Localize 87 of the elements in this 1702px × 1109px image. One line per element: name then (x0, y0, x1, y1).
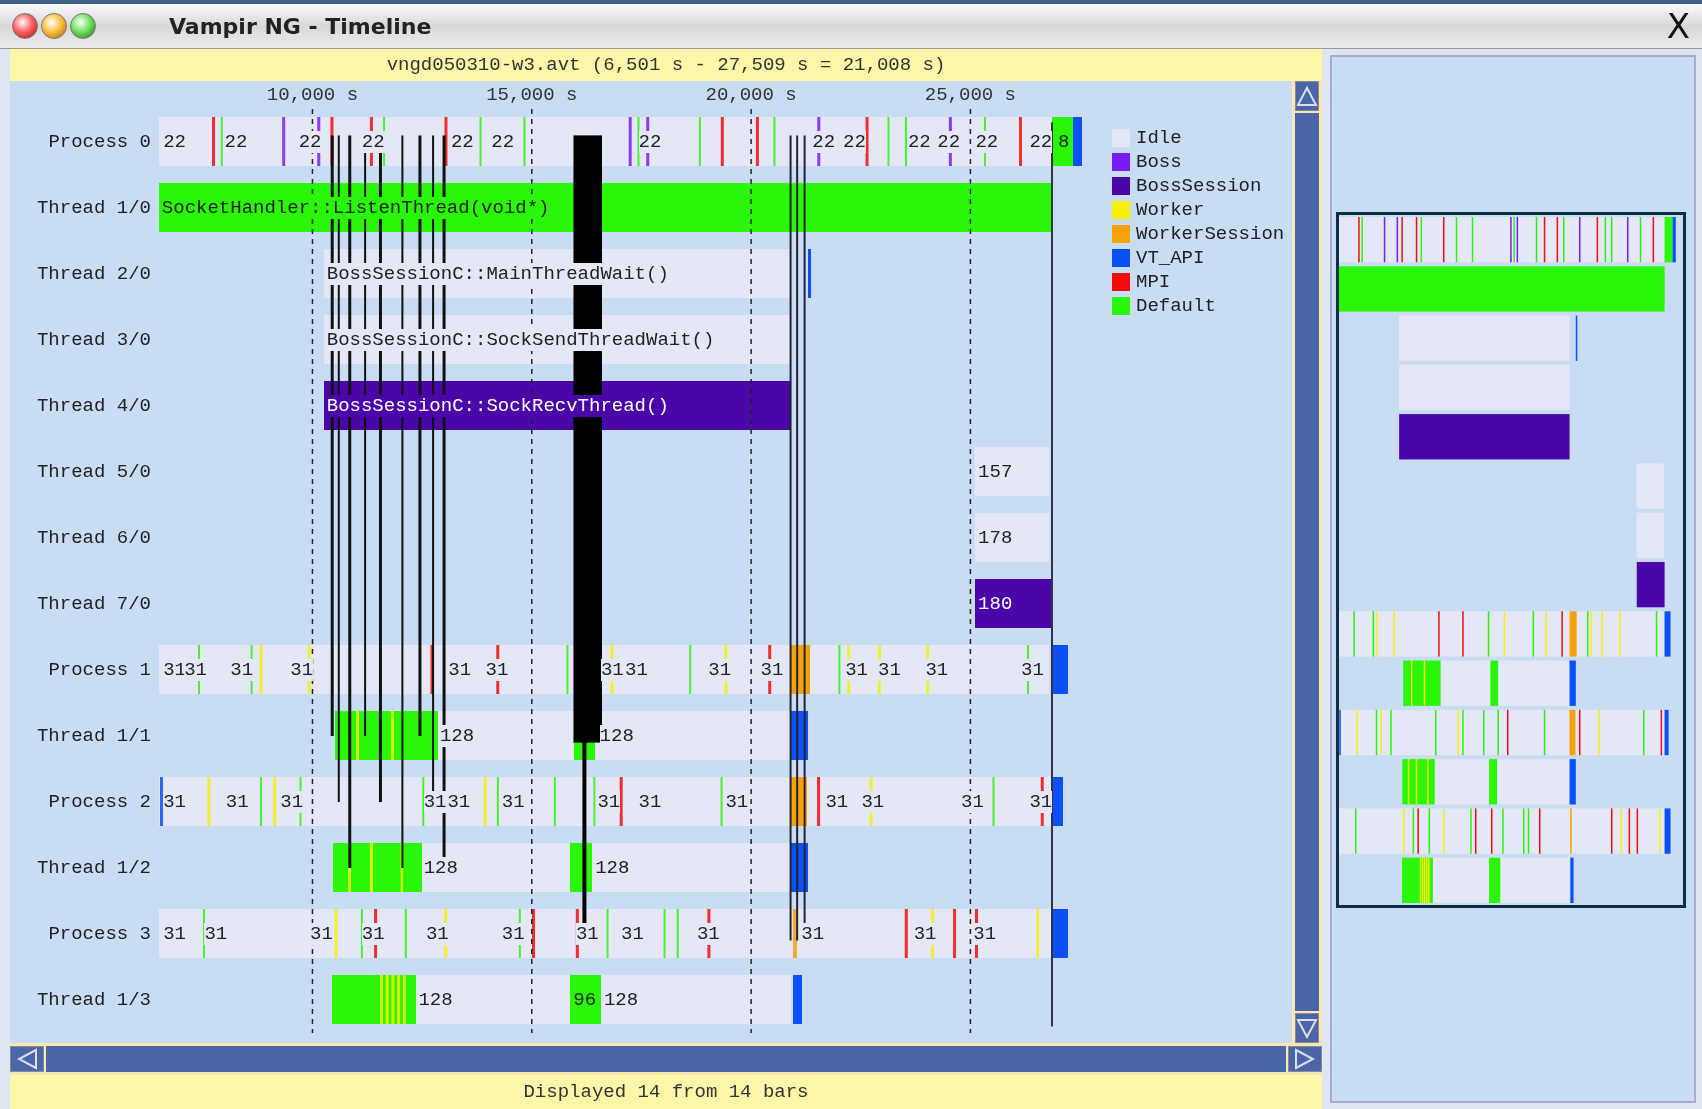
bar-label: 31 (597, 791, 621, 813)
row-label: Thread 3/0 (35, 328, 152, 353)
bar-label: 31 (861, 791, 885, 813)
scroll-up-button[interactable] (1295, 81, 1319, 111)
bar-label: 31 (280, 791, 304, 813)
bar-label: 31 (230, 659, 254, 681)
legend-label: Default (1136, 295, 1216, 317)
state-bar (793, 975, 802, 1024)
bar-label: 31 (696, 923, 720, 945)
axis-tick-label: 10,000 s (266, 84, 359, 106)
window-title: Vampir NG - Timeline (169, 13, 433, 39)
arrow-icon (1296, 85, 1318, 107)
arrow-icon (16, 1048, 38, 1070)
row-label: Thread 1/0 (35, 196, 152, 221)
bar-label: 22 (638, 131, 662, 153)
event-marks-drawing (347, 843, 404, 892)
bar-label: 31 (845, 659, 868, 681)
bar-label: 31 (361, 923, 385, 945)
event-marks-drawing (356, 711, 395, 760)
bar-label: 22 (298, 131, 322, 153)
state-bar (808, 249, 811, 298)
bar-label: 31 (485, 659, 509, 681)
arrow-icon (1294, 1048, 1316, 1070)
legend-label: VT_API (1136, 247, 1205, 269)
bar-label: 31 (913, 923, 937, 945)
scroll-down-button[interactable] (1295, 1013, 1319, 1043)
scroll-left-button[interactable] (10, 1046, 44, 1072)
row-label: Thread 5/0 (35, 460, 152, 485)
bar-label: 22 (1029, 131, 1053, 153)
bar-label: 31 (973, 923, 997, 945)
arrow-icon (1296, 1017, 1318, 1039)
bar-label: 31 (1021, 659, 1044, 681)
status-bar: Displayed 14 from 14 bars (10, 1075, 1322, 1109)
minimize-light-icon[interactable] (41, 13, 67, 39)
bar-label: 22 (812, 131, 836, 153)
row-label: Process 2 (47, 790, 152, 815)
row-label: Thread 2/0 (35, 262, 152, 287)
bar-label: 31 (878, 659, 901, 681)
row-label: Thread 1/3 (35, 988, 152, 1013)
bar-label: 31 (423, 791, 447, 813)
bar-label: 31 (425, 923, 449, 945)
close-light-icon[interactable] (12, 13, 38, 39)
legend-label: BossSession (1136, 175, 1262, 197)
bar-label: 31 (290, 659, 314, 681)
legend-label: Worker (1136, 199, 1205, 221)
axis-tick-label: 15,000 s (486, 84, 578, 106)
scrollbar-thumb[interactable] (46, 1046, 1286, 1072)
row-label: Thread 6/0 (35, 526, 152, 551)
scroll-right-button[interactable] (1288, 1046, 1322, 1072)
bar-label: 31 (600, 659, 624, 681)
bar-label: 128 (439, 725, 475, 747)
bar-label: BossSessionC::SockSendThreadWait() (326, 329, 715, 351)
bar-label: 31 (501, 923, 525, 945)
bar-label: 22 (937, 131, 961, 153)
close-button[interactable]: X (1666, 6, 1690, 46)
file-range-header: vngd050310-w3.avt (6,501 s - 27,509 s = 21,008 s) (10, 49, 1322, 81)
legend-label: WorkerSession (1136, 223, 1285, 245)
row-label: Process 3 (47, 922, 152, 947)
legend-label: Boss (1136, 151, 1182, 173)
row-label: Process 1 (47, 658, 152, 683)
bar-label: 31 (961, 791, 984, 813)
scrollbar-thumb[interactable] (1295, 113, 1319, 1011)
bar-label: 31 (310, 923, 333, 945)
bar-label: 31 (204, 923, 228, 945)
row-label: Process 0 (47, 130, 152, 155)
bar-label: 22 (975, 131, 999, 153)
bar-label: 31 (760, 659, 784, 681)
legend-label: Idle (1136, 127, 1182, 149)
bar-label: 31 (184, 659, 207, 681)
bar-label: 22 (361, 131, 385, 153)
row-label: Thread 7/0 (35, 592, 152, 617)
row-label: Thread 1/2 (35, 856, 152, 881)
bar-label: 22 (843, 131, 866, 153)
bar-label: BossSessionC::MainThreadWait() (326, 263, 669, 285)
row-label: Thread 4/0 (35, 394, 152, 419)
axis-tick-label: 20,000 s (705, 84, 797, 106)
bar-label: 31 (1029, 791, 1053, 813)
event-marks-drawing (380, 975, 407, 1024)
bar-label: 31 (925, 659, 949, 681)
bar-label: 31 (575, 923, 599, 945)
zoom-light-icon[interactable] (70, 13, 96, 39)
bar-label: 31 (708, 659, 732, 681)
bar-label: BossSessionC::SockRecvThread() (326, 395, 669, 417)
row-label: Thread 1/1 (35, 724, 152, 749)
bar-label: SocketHandler::ListenThread(void*) (161, 197, 550, 219)
legend-label: MPI (1136, 271, 1171, 293)
axis-tick-label: 25,000 s (924, 84, 1016, 106)
